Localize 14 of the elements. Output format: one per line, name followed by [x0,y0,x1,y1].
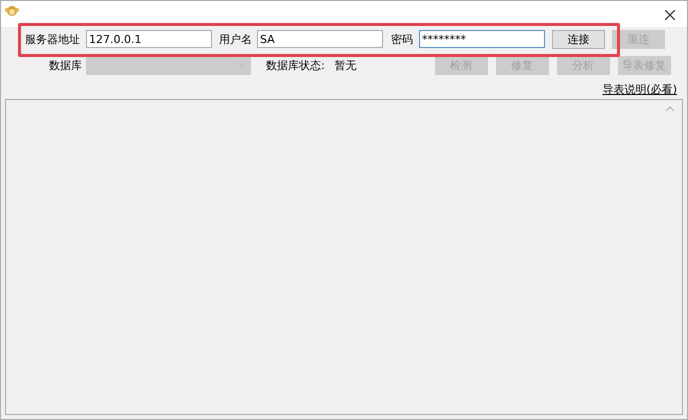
close-icon[interactable] [665,10,675,20]
field-label: 数据库 [48,58,83,72]
server-address-field[interactable]: 127.0.0.1 [86,30,212,48]
status-label: 数据库状态: [266,58,325,72]
status-value: 暂无 [334,58,357,72]
field-label: 密码 [391,32,414,46]
monkey-icon [5,4,19,18]
password-field[interactable]: ******** [419,30,545,48]
scroll-up-icon[interactable] [666,106,674,111]
connect-button[interactable]: 连接 [552,30,605,48]
username-field[interactable]: SA [257,30,383,48]
field-label: 用户名 [219,32,253,46]
help-link[interactable]: 导表说明(必看) [602,82,677,97]
field-label: 服务器地址 [25,32,81,46]
